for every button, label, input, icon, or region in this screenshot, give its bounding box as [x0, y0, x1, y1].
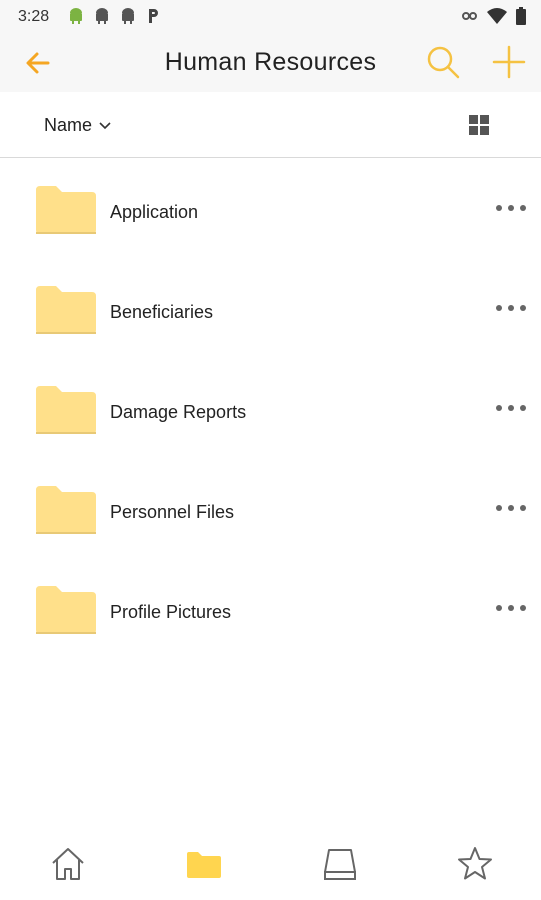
folder-icon	[36, 586, 96, 634]
status-bar: 3:28	[0, 0, 541, 34]
folder-name: Damage Reports	[110, 402, 247, 422]
more-options-icon[interactable]	[494, 196, 528, 220]
folder-name: Beneficiaries	[110, 302, 214, 322]
home-icon[interactable]	[48, 844, 88, 884]
status-time: 3:28	[18, 8, 50, 25]
notification-icons	[68, 7, 160, 25]
folder-name: Personnel Files	[110, 502, 235, 522]
more-options-icon[interactable]	[494, 396, 528, 420]
android-icon	[96, 8, 108, 24]
folder-icon[interactable]	[184, 844, 224, 884]
drive-icon[interactable]	[320, 844, 360, 884]
folder-row[interactable]: Personnel Files	[0, 458, 541, 558]
android-icon	[70, 8, 82, 24]
folder-row[interactable]: Beneficiaries	[0, 258, 541, 358]
app-bar: Human Resources	[0, 34, 541, 92]
folder-row[interactable]: Damage Reports	[0, 358, 541, 458]
folder-row[interactable]: Application	[0, 158, 541, 258]
wifi-icon	[487, 8, 507, 24]
folder-icon	[36, 286, 96, 334]
folder-name: Application	[110, 202, 199, 222]
folder-icon	[36, 186, 96, 234]
bottom-nav	[0, 820, 541, 900]
folder-list: Application Beneficiaries Damage Reports…	[0, 158, 541, 658]
grid-view-icon[interactable]	[468, 114, 490, 136]
sort-label: Name	[44, 115, 93, 135]
p-icon	[149, 9, 158, 23]
folder-row[interactable]: Profile Pictures	[0, 558, 541, 658]
sort-dropdown[interactable]: Name	[44, 115, 112, 136]
battery-icon	[516, 7, 526, 25]
vpn-key-icon	[462, 12, 477, 20]
folder-icon	[36, 486, 96, 534]
chevron-down-icon	[99, 121, 111, 129]
more-options-icon[interactable]	[494, 496, 528, 520]
folder-icon	[36, 386, 96, 434]
sort-bar: Name	[0, 92, 541, 158]
more-options-icon[interactable]	[494, 596, 528, 620]
plus-icon[interactable]	[490, 43, 528, 81]
more-options-icon[interactable]	[494, 296, 528, 320]
star-icon[interactable]	[455, 844, 495, 884]
system-icons	[461, 7, 527, 25]
search-icon[interactable]	[424, 43, 462, 81]
folder-name: Profile Pictures	[110, 602, 232, 622]
android-icon	[122, 8, 134, 24]
